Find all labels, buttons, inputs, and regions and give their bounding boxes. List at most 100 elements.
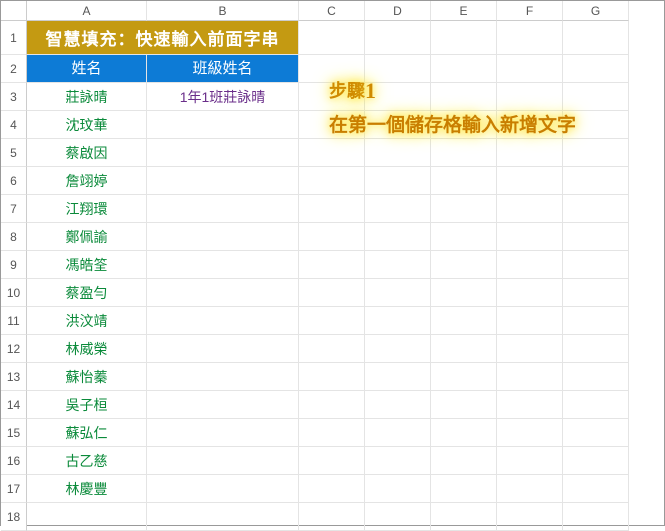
column-header[interactable]: B: [147, 1, 299, 21]
cell[interactable]: [563, 167, 629, 195]
cell[interactable]: [299, 419, 365, 447]
cell[interactable]: [563, 503, 629, 531]
cell[interactable]: [299, 139, 365, 167]
cell[interactable]: [497, 391, 563, 419]
cell[interactable]: [497, 167, 563, 195]
cell[interactable]: [365, 503, 431, 531]
cell[interactable]: [431, 167, 497, 195]
cell[interactable]: [147, 335, 299, 363]
row-header[interactable]: 4: [1, 111, 27, 139]
cell[interactable]: [563, 307, 629, 335]
cell[interactable]: [365, 139, 431, 167]
cell[interactable]: [147, 419, 299, 447]
cell[interactable]: [299, 167, 365, 195]
name-cell[interactable]: 鄭佩諭: [27, 223, 147, 251]
cell[interactable]: [431, 139, 497, 167]
cell[interactable]: [299, 447, 365, 475]
row-header[interactable]: 9: [1, 251, 27, 279]
name-cell[interactable]: 詹翊婷: [27, 167, 147, 195]
cell[interactable]: [497, 195, 563, 223]
cell[interactable]: [365, 223, 431, 251]
cell[interactable]: [299, 251, 365, 279]
cell[interactable]: [563, 447, 629, 475]
row-header[interactable]: 17: [1, 475, 27, 503]
header-classname[interactable]: 班級姓名: [147, 55, 299, 83]
cell[interactable]: [299, 503, 365, 531]
cell[interactable]: [299, 279, 365, 307]
cell[interactable]: [563, 363, 629, 391]
cell[interactable]: [147, 391, 299, 419]
select-all-corner[interactable]: [1, 1, 27, 21]
cell[interactable]: [431, 391, 497, 419]
cell[interactable]: [497, 447, 563, 475]
cell[interactable]: [299, 475, 365, 503]
cell[interactable]: [147, 167, 299, 195]
column-header[interactable]: A: [27, 1, 147, 21]
column-header[interactable]: G: [563, 1, 629, 21]
cell[interactable]: [563, 335, 629, 363]
cell[interactable]: [365, 475, 431, 503]
cell[interactable]: [497, 279, 563, 307]
cell[interactable]: [365, 363, 431, 391]
name-cell[interactable]: 林威榮: [27, 335, 147, 363]
cell[interactable]: [27, 503, 147, 531]
cell[interactable]: [299, 391, 365, 419]
cell[interactable]: [497, 335, 563, 363]
cell[interactable]: [497, 419, 563, 447]
row-header[interactable]: 15: [1, 419, 27, 447]
cell[interactable]: [563, 279, 629, 307]
cell[interactable]: [365, 447, 431, 475]
column-header[interactable]: F: [497, 1, 563, 21]
cell[interactable]: [147, 307, 299, 335]
cell[interactable]: [365, 167, 431, 195]
cell[interactable]: [497, 139, 563, 167]
cell[interactable]: [563, 223, 629, 251]
cell[interactable]: [147, 223, 299, 251]
cell[interactable]: [147, 195, 299, 223]
cell[interactable]: [563, 21, 629, 55]
cell[interactable]: [563, 139, 629, 167]
cell[interactable]: [365, 279, 431, 307]
cell[interactable]: [497, 363, 563, 391]
cell[interactable]: [431, 447, 497, 475]
name-cell[interactable]: 沈玟華: [27, 111, 147, 139]
cell[interactable]: [147, 251, 299, 279]
cell[interactable]: [497, 223, 563, 251]
cell[interactable]: [147, 111, 299, 139]
cell[interactable]: [497, 307, 563, 335]
name-cell[interactable]: 古乙慈: [27, 447, 147, 475]
title-cell[interactable]: 智慧填充：快速輸入前面字串: [27, 21, 299, 55]
row-header[interactable]: 2: [1, 55, 27, 83]
cell[interactable]: [431, 307, 497, 335]
row-header[interactable]: 1: [1, 21, 27, 55]
cell[interactable]: [147, 475, 299, 503]
cell[interactable]: [299, 223, 365, 251]
cell[interactable]: [431, 195, 497, 223]
cell[interactable]: [431, 363, 497, 391]
header-name[interactable]: 姓名: [27, 55, 147, 83]
name-cell[interactable]: 馮皓筌: [27, 251, 147, 279]
row-header[interactable]: 16: [1, 447, 27, 475]
row-header[interactable]: 13: [1, 363, 27, 391]
name-cell[interactable]: 蔡啟因: [27, 139, 147, 167]
cell[interactable]: [365, 195, 431, 223]
row-header[interactable]: 3: [1, 83, 27, 111]
row-header[interactable]: 6: [1, 167, 27, 195]
cell[interactable]: [365, 307, 431, 335]
cell[interactable]: [365, 251, 431, 279]
cell[interactable]: [431, 503, 497, 531]
cell[interactable]: [147, 447, 299, 475]
cell[interactable]: [431, 475, 497, 503]
classname-cell[interactable]: 1年1班莊詠晴: [147, 83, 299, 111]
name-cell[interactable]: 蘇弘仁: [27, 419, 147, 447]
row-header[interactable]: 12: [1, 335, 27, 363]
name-cell[interactable]: 蘇怡蓁: [27, 363, 147, 391]
cell[interactable]: [497, 503, 563, 531]
row-header[interactable]: 10: [1, 279, 27, 307]
name-cell[interactable]: 洪汶靖: [27, 307, 147, 335]
column-header[interactable]: E: [431, 1, 497, 21]
cell[interactable]: [299, 363, 365, 391]
cell[interactable]: [365, 419, 431, 447]
row-header[interactable]: 8: [1, 223, 27, 251]
cell[interactable]: [563, 251, 629, 279]
